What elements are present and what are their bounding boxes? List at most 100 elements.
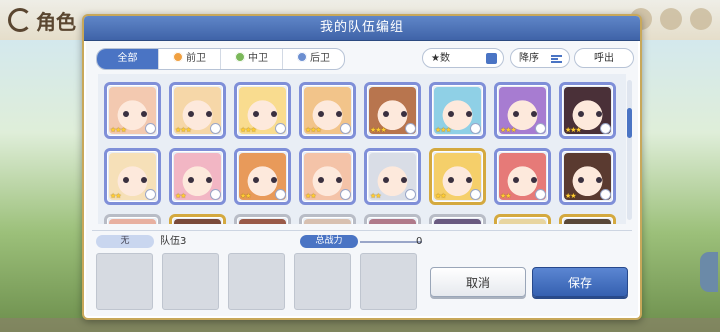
portrait-eyes: [448, 177, 472, 183]
character-card[interactable]: ★★★: [364, 82, 421, 139]
cancel-button[interactable]: 取消: [430, 267, 526, 297]
call-label: 呼出: [594, 53, 614, 64]
character-card[interactable]: ★★★: [559, 82, 616, 139]
star-rating: ★★: [370, 192, 382, 200]
team-name: 队伍3: [160, 236, 187, 247]
tab-back[interactable]: 后卫: [283, 49, 344, 69]
position-rank-icon: [600, 189, 611, 200]
position-rank-icon: [405, 189, 416, 200]
star-rating: ★★: [435, 192, 447, 200]
character-card[interactable]: ★★: [494, 148, 551, 205]
team-slot-badge: 无: [96, 235, 154, 248]
position-rank-icon: [275, 189, 286, 200]
middle-position-icon: [235, 52, 245, 62]
character-card[interactable]: [299, 214, 356, 224]
star-sort-select[interactable]: ★数: [422, 48, 504, 68]
character-portrait: [239, 219, 286, 224]
character-card[interactable]: [494, 214, 551, 224]
portrait-eyes: [448, 111, 472, 117]
portrait-eyes: [188, 111, 212, 117]
save-button[interactable]: 保存: [532, 267, 628, 297]
portrait-eyes: [123, 177, 147, 183]
team-slot[interactable]: [360, 253, 417, 310]
scrollbar-thumb[interactable]: [627, 108, 632, 138]
character-card[interactable]: [559, 214, 616, 224]
team-slot[interactable]: [228, 253, 285, 310]
character-portrait: [369, 219, 416, 224]
character-card[interactable]: [234, 214, 291, 224]
character-card[interactable]: ★★★: [234, 82, 291, 139]
position-rank-icon: [145, 189, 156, 200]
character-card[interactable]: ★★: [104, 148, 161, 205]
character-card[interactable]: ★★: [169, 148, 226, 205]
character-card[interactable]: ★★★: [429, 82, 486, 139]
character-card[interactable]: ★★: [364, 148, 421, 205]
position-rank-icon: [210, 123, 221, 134]
star-rating: ★★★: [435, 126, 452, 134]
portrait-eyes: [578, 111, 602, 117]
call-button[interactable]: 呼出: [574, 48, 634, 68]
character-card[interactable]: [364, 214, 421, 224]
order-toggle[interactable]: 降序: [510, 48, 570, 68]
total-power-label: 总战力: [300, 235, 358, 248]
portrait-eyes: [123, 111, 147, 117]
portrait-eyes: [253, 111, 277, 117]
character-card[interactable]: ★★★: [299, 82, 356, 139]
character-portrait: [109, 219, 156, 224]
character-card[interactable]: ★★★: [104, 82, 161, 139]
tab-front[interactable]: 前卫: [159, 49, 221, 69]
roster-row: ★★ ★★ ★★ ★★ ★★ ★★ ★★ ★★: [104, 148, 616, 205]
star-rating: ★★: [240, 192, 252, 200]
position-rank-icon: [470, 123, 481, 134]
tab-middle[interactable]: 中卫: [221, 49, 283, 69]
character-card[interactable]: ★★: [559, 148, 616, 205]
team-panel: 无 队伍3 总战力 0 取消 保存: [92, 230, 632, 315]
roster-scrollbar[interactable]: [627, 80, 632, 220]
position-rank-icon: [535, 189, 546, 200]
portrait-eyes: [513, 111, 537, 117]
character-roster: ★★★ ★★★ ★★★ ★★★ ★★★ ★★★ ★★★ ★★★ ★★ ★★ ★★ ★★ ★★ ★★ ★★ ★★: [98, 74, 626, 224]
tab-label: 中卫: [248, 53, 268, 64]
logo-text: 角色: [36, 10, 76, 34]
portrait-eyes: [383, 177, 407, 183]
team-slots: [96, 253, 417, 310]
tab-label: 前卫: [186, 53, 206, 64]
position-rank-icon: [210, 189, 221, 200]
side-drawer-handle: [700, 252, 718, 292]
sort-order-icon: [551, 55, 562, 63]
position-rank-icon: [340, 123, 351, 134]
team-slot[interactable]: [96, 253, 153, 310]
portrait-eyes: [188, 177, 212, 183]
background-bottom-nav: [0, 318, 720, 332]
star-rating: ★★★: [305, 126, 322, 134]
character-card[interactable]: ★★: [299, 148, 356, 205]
tab-all[interactable]: 全部: [97, 49, 159, 69]
logo-swirl-icon: [8, 8, 32, 32]
total-power-value: 0: [416, 236, 423, 247]
character-card[interactable]: ★★★: [494, 82, 551, 139]
character-card[interactable]: ★★★: [169, 82, 226, 139]
character-portrait: [564, 219, 611, 224]
sort-key-icon: [486, 53, 497, 64]
character-portrait: [434, 219, 481, 224]
team-slot[interactable]: [294, 253, 351, 310]
tab-label: 全部: [117, 53, 138, 64]
dialog-title: 我的队伍编组: [84, 16, 640, 41]
character-portrait: [174, 219, 221, 224]
position-tabs: 全部 前卫 中卫 后卫: [96, 48, 345, 70]
position-rank-icon: [340, 189, 351, 200]
menu-icon: [660, 8, 682, 30]
star-rating: ★★: [110, 192, 122, 200]
portrait-eyes: [513, 177, 537, 183]
character-card[interactable]: ★★: [234, 148, 291, 205]
character-card[interactable]: [429, 214, 486, 224]
menu-icon: [690, 8, 712, 30]
character-card[interactable]: ★★: [429, 148, 486, 205]
filter-toolbar: 全部 前卫 中卫 后卫 ★数 降序 呼出: [92, 48, 634, 70]
star-rating: ★★: [500, 192, 512, 200]
star-rating: ★★: [305, 192, 317, 200]
portrait-eyes: [318, 177, 342, 183]
character-card[interactable]: [104, 214, 161, 224]
character-card[interactable]: [169, 214, 226, 224]
team-slot[interactable]: [162, 253, 219, 310]
